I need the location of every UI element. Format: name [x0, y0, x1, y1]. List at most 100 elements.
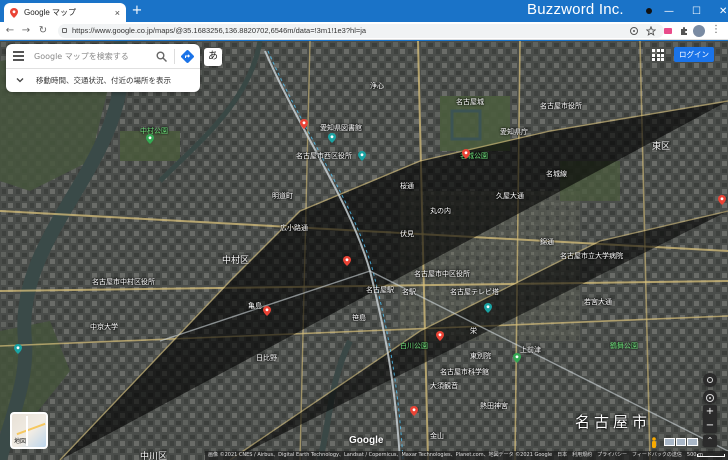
- ward-label: 東区: [652, 142, 671, 152]
- place-label[interactable]: 金山: [430, 431, 444, 441]
- forward-arrow-icon[interactable]: →: [19, 24, 33, 38]
- place-label[interactable]: 名城線: [546, 169, 567, 179]
- place-label[interactable]: 栄: [470, 326, 477, 336]
- place-label[interactable]: 名古屋市西区役所: [296, 151, 352, 161]
- city-label: 名古屋市: [575, 413, 652, 431]
- directions-icon[interactable]: [180, 49, 195, 64]
- minimize-button[interactable]: —: [664, 6, 674, 17]
- place-label[interactable]: 伏見: [400, 229, 414, 239]
- map-pin-icon[interactable]: [718, 195, 726, 205]
- map-pin-icon[interactable]: [513, 353, 521, 363]
- layer-toggle-label: 地図: [14, 438, 27, 445]
- lock-icon: [62, 28, 67, 33]
- place-label[interactable]: 笹島: [352, 313, 366, 323]
- place-label[interactable]: 白川公園: [400, 341, 428, 351]
- pegman-icon[interactable]: [651, 437, 657, 449]
- place-label[interactable]: 名古屋駅: [366, 285, 394, 295]
- map-layer-toggle[interactable]: 地図: [10, 412, 48, 449]
- map-pin-icon[interactable]: [436, 331, 444, 341]
- place-label[interactable]: 日比野: [256, 353, 277, 363]
- search-panel: 移動時間、交通状況、付近の場所を表示: [6, 44, 200, 92]
- profile-avatar[interactable]: [693, 25, 705, 37]
- place-label[interactable]: 鶴舞公園: [610, 341, 638, 351]
- map-pin-icon[interactable]: [358, 151, 366, 161]
- place-label[interactable]: 名古屋城: [456, 97, 484, 107]
- maximize-button[interactable]: ☐: [692, 6, 701, 17]
- place-label[interactable]: 熱田神宮: [480, 401, 508, 411]
- scale-bar: [697, 454, 725, 457]
- location-icon[interactable]: [629, 26, 639, 36]
- map-pin-icon[interactable]: [462, 149, 470, 159]
- reload-icon[interactable]: ↻: [36, 24, 50, 38]
- place-label[interactable]: 名古屋市中区役所: [414, 269, 470, 279]
- place-label[interactable]: 若宮大通: [584, 297, 612, 307]
- explore-hint-text: 移動時間、交通状況、付近の場所を表示: [36, 76, 171, 85]
- place-label[interactable]: 明道町: [272, 191, 293, 201]
- place-label[interactable]: 上前津: [520, 345, 541, 355]
- menu-icon[interactable]: [13, 51, 24, 61]
- map-pin-icon[interactable]: [410, 406, 418, 416]
- place-label[interactable]: 広小路通: [280, 223, 308, 233]
- place-label[interactable]: 錦通: [540, 237, 554, 247]
- place-label[interactable]: 浄心: [370, 81, 384, 91]
- login-button[interactable]: ログイン: [674, 47, 714, 62]
- search-input[interactable]: [34, 49, 152, 63]
- map-pin-icon[interactable]: [146, 134, 154, 144]
- my-location-button[interactable]: [703, 373, 717, 387]
- my-location-icon: [707, 377, 713, 383]
- imagery-tiles[interactable]: [664, 438, 699, 446]
- extension-shield-icon[interactable]: [663, 26, 673, 36]
- place-label[interactable]: 名古屋市中村区役所: [92, 277, 155, 287]
- browser-tab[interactable]: Google マップ ×: [4, 3, 126, 22]
- place-label[interactable]: 丸の内: [430, 206, 451, 216]
- place-label[interactable]: 久屋大通: [496, 191, 524, 201]
- map-attribution: 画像 ©2021 CNES / Airbus、Digital Earth Tec…: [205, 451, 728, 460]
- tab-title: Google マップ: [24, 8, 77, 17]
- place-label[interactable]: 愛知県庁: [500, 127, 528, 137]
- place-label[interactable]: 桜通: [400, 181, 414, 191]
- place-label[interactable]: 中京大学: [90, 322, 118, 332]
- place-label[interactable]: 名古屋市立大学病院: [560, 251, 623, 261]
- place-label[interactable]: 大須観音: [430, 381, 458, 391]
- window-controls: — ☐ ✕: [664, 0, 727, 22]
- new-tab-button[interactable]: +: [130, 3, 144, 19]
- map-pin-icon[interactable]: [343, 256, 351, 266]
- star-bookmark-icon[interactable]: [646, 26, 656, 36]
- ward-label: 中川区: [140, 452, 168, 460]
- ime-button[interactable]: あ: [204, 48, 222, 66]
- satellite-map[interactable]: 中村区 東区 名古屋市 中川区 名古屋城 名古屋駅 愛知県図書館 名城公園 名古…: [0, 41, 728, 460]
- zoom-out-button[interactable]: −: [703, 419, 717, 433]
- compass-button[interactable]: [703, 390, 717, 404]
- profile-dot-icon: [646, 8, 652, 14]
- map-pin-icon[interactable]: [300, 119, 308, 129]
- browser-toolbar: ← → ↻ https://www.google.co.jp/maps/@35.…: [0, 22, 728, 40]
- map-pin-icon[interactable]: [263, 306, 271, 316]
- explore-hint-row[interactable]: 移動時間、交通状況、付近の場所を表示: [6, 69, 200, 92]
- puzzle-extensions-icon[interactable]: [679, 26, 689, 36]
- close-window-button[interactable]: ✕: [719, 6, 727, 17]
- address-bar[interactable]: https://www.google.co.jp/maps/@35.168325…: [58, 24, 664, 38]
- back-arrow-icon[interactable]: ←: [3, 24, 17, 38]
- google-maps-favicon-icon: [10, 7, 18, 18]
- map-pin-icon[interactable]: [484, 303, 492, 313]
- place-label[interactable]: 愛知県図書館: [320, 123, 362, 133]
- browser-menu-icon[interactable]: ⋮: [711, 24, 721, 35]
- tab-close-icon[interactable]: ×: [115, 8, 120, 18]
- search-icon[interactable]: [156, 51, 167, 62]
- google-logo: Google: [349, 435, 384, 446]
- map-pin-icon[interactable]: [328, 133, 336, 143]
- place-label[interactable]: 中村公園: [140, 126, 168, 136]
- place-label[interactable]: 亀島: [248, 301, 262, 311]
- place-label[interactable]: 名古屋市役所: [540, 101, 582, 111]
- place-label[interactable]: 名駅: [402, 287, 416, 297]
- zoom-in-button[interactable]: +: [703, 405, 717, 419]
- place-label[interactable]: 名古屋市科学館: [440, 367, 489, 377]
- place-label[interactable]: 名古屋テレビ塔: [450, 287, 499, 297]
- chevron-down-icon: [16, 78, 24, 83]
- divider: [174, 49, 175, 64]
- apps-grid-icon[interactable]: [652, 49, 664, 61]
- expand-imagery-button[interactable]: ⌃: [703, 435, 717, 447]
- map-pin-icon[interactable]: [14, 344, 22, 354]
- place-label[interactable]: 東別院: [470, 351, 491, 361]
- search-row: [6, 44, 200, 69]
